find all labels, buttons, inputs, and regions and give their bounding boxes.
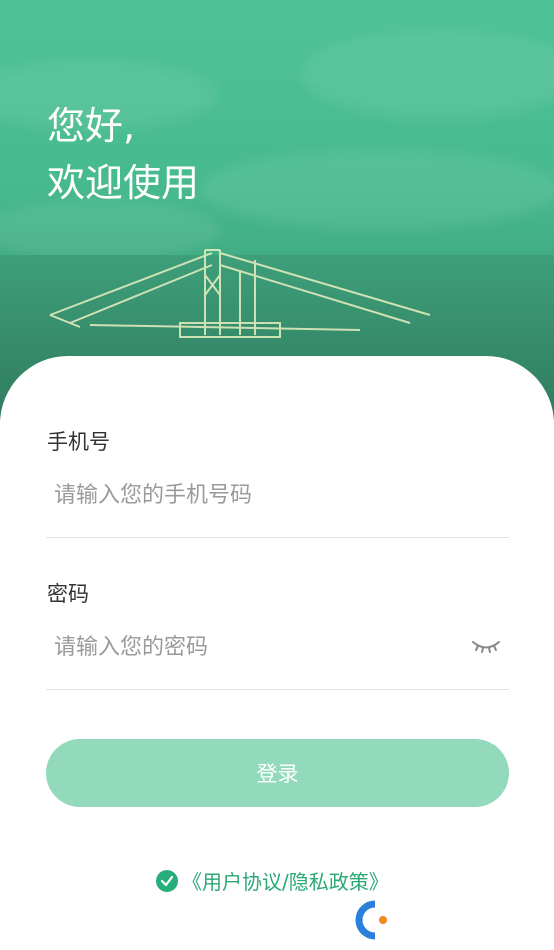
login-button[interactable]: 登录 xyxy=(46,739,509,807)
password-input[interactable] xyxy=(54,627,454,667)
checkmark-icon[interactable] xyxy=(156,869,178,892)
agreement-link[interactable]: 《用户协议/隐私政策》 xyxy=(182,866,389,895)
phone-divider xyxy=(46,537,509,538)
greeting-line-1: 您好, xyxy=(47,104,136,148)
agreement-row: 《用户协议/隐私政策》 xyxy=(156,866,389,895)
phone-input[interactable] xyxy=(54,475,454,515)
phone-label: 手机号 xyxy=(47,430,110,454)
eye-closed-icon[interactable] xyxy=(470,633,502,659)
welcome-heading: 您好, 欢迎使用 xyxy=(47,98,199,212)
password-label: 密码 xyxy=(47,582,89,606)
greeting-line-2: 欢迎使用 xyxy=(47,161,200,205)
excavator-illustration xyxy=(49,249,431,338)
password-divider xyxy=(46,689,509,690)
watermark-logo xyxy=(353,896,535,944)
